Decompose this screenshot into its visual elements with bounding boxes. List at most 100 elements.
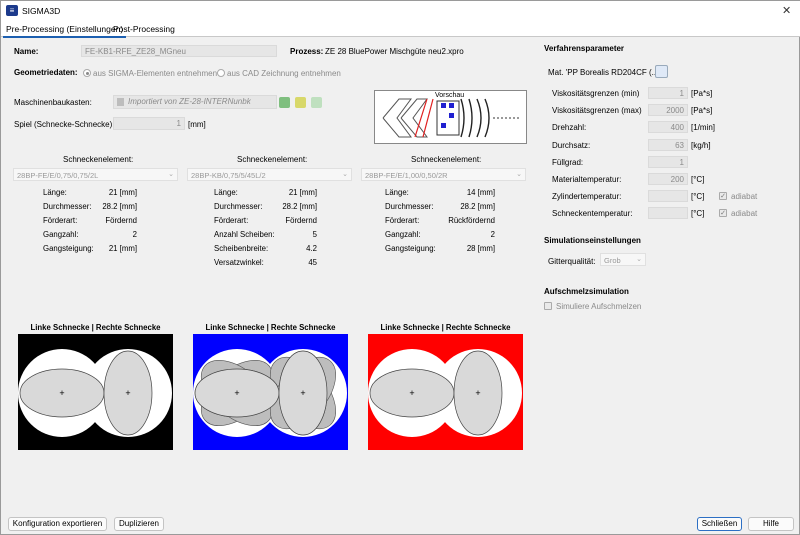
material-label: Mat. 'PP Borealis RD204CF (...' (548, 68, 660, 77)
add-green-icon[interactable] (279, 97, 290, 108)
param-field-0[interactable]: 1 (648, 87, 688, 99)
param-label-2: Drehzahl: (552, 123, 587, 132)
name-label: Name: (14, 47, 39, 56)
radio-sigma-elements[interactable] (83, 69, 91, 77)
e3-r2-value: Rückfördernd (448, 216, 495, 225)
param-unit-2: [1/min] (691, 123, 716, 132)
panel2-screw-section: + + (193, 334, 348, 450)
param-field-3[interactable]: 63 (648, 139, 688, 151)
e2-r0-label: Länge: (214, 188, 238, 197)
param-label-4: Füllgrad: (552, 158, 584, 167)
param-unit-7: [°C] (691, 209, 705, 218)
panel1-screw-section: + + (18, 334, 173, 450)
panel2-title: Linke Schnecke | Rechte Schnecke (205, 323, 336, 332)
e3-r0-label: Länge: (385, 188, 409, 197)
radio-cad-label: aus CAD Zeichnung entnehmen (227, 69, 341, 78)
title-bar: ≡ SIGMA3D ✕ (1, 1, 800, 20)
material-icon[interactable] (655, 65, 668, 78)
element2-header: Schneckenelement: (237, 155, 308, 164)
e2-r0-value: 21 [mm] (288, 188, 317, 197)
element1-combo[interactable]: 28BP-FE/E/0,75/0,75/2L ⌄ (13, 168, 178, 181)
gitterqualitaet-combo[interactable]: Grob ⌄ (600, 253, 646, 266)
element3-combo-value: 28BP-FE/E/1,00/0,50/2R (365, 171, 448, 180)
spiel-label: Spiel (Schnecke-Schnecke): (14, 120, 115, 129)
element1-header: Schneckenelement: (63, 155, 134, 164)
element3-header: Schneckenelement: (411, 155, 482, 164)
center-mark-left: + (409, 388, 414, 398)
gitterqualitaet-value: Grob (604, 256, 621, 265)
e3-r1-value: 28.2 [mm] (460, 202, 495, 211)
help-button[interactable]: Hilfe (748, 517, 794, 531)
element2-combo-value: 28BP-KB/0,75/5/45L/2 (191, 171, 266, 180)
element3-combo[interactable]: 28BP-FE/E/1,00/0,50/2R ⌄ (361, 168, 526, 181)
simuliere-aufschmelzen-checkbox[interactable] (544, 302, 552, 310)
duplicate-button[interactable]: Duplizieren (114, 517, 164, 531)
screw-section-svg: + + (193, 349, 347, 437)
tab-bar: Pre-Processing (Einstellungen) Post-Proc… (1, 20, 800, 38)
panel3-screw-section: + + (368, 334, 523, 450)
param-unit-6: [°C] (691, 192, 705, 201)
sigma-app-icon: ≡ (6, 5, 18, 16)
spiel-field[interactable]: 1 (113, 117, 185, 130)
adiabat-label-6: adiabat (731, 192, 758, 201)
element1-combo-value: 28BP-FE/E/0,75/0,75/2L (17, 171, 99, 180)
e1-r2-label: Förderart: (43, 216, 78, 225)
close-icon[interactable]: ✕ (782, 4, 791, 17)
e2-r4-label: Scheibenbreite: (214, 244, 269, 253)
e1-r4-value: 21 [mm] (108, 244, 137, 253)
maschinenbaukasten-value: Importiert von ZE-28-INTERNunbk (128, 97, 251, 106)
e3-r3-value: 2 (490, 230, 495, 239)
e1-r1-value: 28.2 [mm] (102, 202, 137, 211)
e2-r1-value: 28.2 [mm] (282, 202, 317, 211)
e1-r0-label: Länge: (43, 188, 67, 197)
e2-r3-label: Anzahl Scheiben: (214, 230, 275, 239)
maschinenbaukasten-field[interactable]: Importiert von ZE-28-INTERNunbk (113, 95, 277, 109)
verfahrensparameter-header: Verfahrensparameter (544, 44, 625, 53)
close-button[interactable]: Schließen (697, 517, 742, 531)
adiabat-checkbox-7[interactable]: ✓ (719, 209, 727, 217)
prozess-value: ZE 28 BluePower Mischgüte neu2.xpro (325, 47, 464, 56)
param-field-5[interactable]: 200 (648, 173, 688, 185)
panel1-title: Linke Schnecke | Rechte Schnecke (30, 323, 161, 332)
import-icon[interactable] (311, 97, 322, 108)
e1-r3-value: 2 (132, 230, 137, 239)
param-field-1[interactable]: 2000 (648, 104, 688, 116)
window-title: SIGMA3D (22, 6, 61, 16)
e3-r4-value: 28 [mm] (466, 244, 495, 253)
export-config-button[interactable]: Konfiguration exportieren (8, 517, 107, 531)
param-label-1: Viskositätsgrenzen (max) (552, 106, 642, 115)
radio-sigma-label: aus SIGMA-Elementen entnehmen (93, 69, 218, 78)
param-unit-0: [Pa*s] (691, 89, 713, 98)
edit-yellow-icon[interactable] (295, 97, 306, 108)
param-label-5: Materialtemperatur: (552, 175, 622, 184)
center-mark-left: + (59, 388, 64, 398)
maschinenbaukasten-label: Maschinenbaukasten: (14, 98, 92, 107)
param-unit-1: [Pa*s] (691, 106, 713, 115)
chevron-down-icon: ⌄ (636, 256, 642, 263)
tab-pre-processing[interactable]: Pre-Processing (Einstellungen) (3, 22, 127, 38)
param-label-3: Durchsatz: (552, 141, 591, 150)
param-field-4[interactable]: 1 (648, 156, 688, 168)
e2-r2-value: Fördernd (285, 216, 317, 225)
name-field[interactable]: FE-KB1-RFE_ZE28_MGneu (81, 45, 277, 57)
element2-combo[interactable]: 28BP-KB/0,75/5/45L/2 ⌄ (187, 168, 352, 181)
tab-post-processing[interactable]: Post-Processing (110, 22, 178, 36)
center-mark-right: + (300, 388, 305, 398)
param-field-2[interactable]: 400 (648, 121, 688, 133)
adiabat-checkbox-6[interactable]: ✓ (719, 192, 727, 200)
chevron-down-icon: ⌄ (168, 171, 174, 178)
e1-r3-label: Gangzahl: (43, 230, 79, 239)
simuliere-aufschmelzen-label: Simuliere Aufschmelzen (556, 302, 642, 311)
vorschau-preview: Vorschau (374, 90, 527, 144)
adiabat-label-7: adiabat (731, 209, 758, 218)
param-unit-3: [kg/h] (691, 141, 711, 150)
param-field-6[interactable] (648, 190, 688, 202)
document-icon (117, 98, 124, 106)
main-window: ≡ SIGMA3D ✕ Pre-Processing (Einstellunge… (0, 0, 800, 535)
e1-r2-value: Fördernd (105, 216, 137, 225)
geometriedaten-label: Geometriedaten: (14, 68, 78, 77)
param-field-7[interactable] (648, 207, 688, 219)
radio-cad[interactable] (217, 69, 225, 77)
param-label-0: Viskositätsgrenzen (min) (552, 89, 640, 98)
chevron-down-icon: ⌄ (516, 171, 522, 178)
